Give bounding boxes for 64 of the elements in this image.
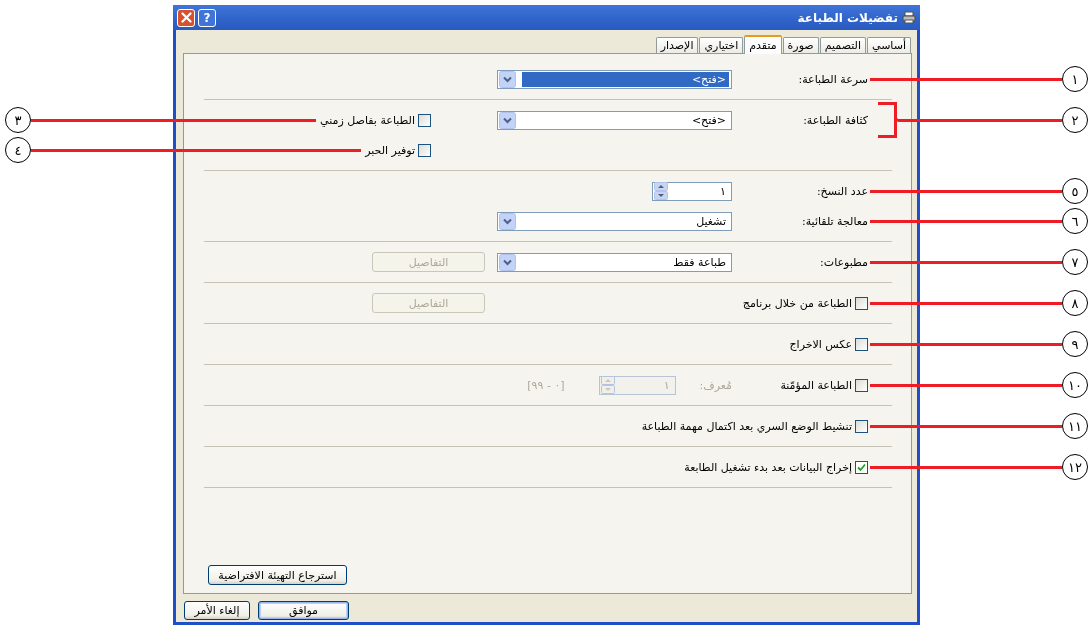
window-title: تفضيلات الطباعة bbox=[797, 10, 898, 25]
callout-number: ٣ bbox=[5, 107, 31, 133]
callout-number: ٢ bbox=[1062, 107, 1088, 133]
checkbox[interactable] bbox=[855, 296, 868, 310]
spin-value: ١ bbox=[662, 378, 671, 392]
callout-number: ١ bbox=[1062, 66, 1088, 92]
dropdown-button[interactable] bbox=[499, 253, 516, 271]
dropdown[interactable]: طباعة فقط bbox=[497, 252, 732, 272]
checkbox-label: الطباعة من خلال برنامج bbox=[742, 296, 852, 310]
callout-number: ٩ bbox=[1062, 331, 1088, 357]
field-label: مطبوعات: bbox=[819, 255, 868, 269]
checkbox-label: الطباعة بفاصل زمني bbox=[320, 113, 415, 127]
callout-number: ٧ bbox=[1062, 249, 1088, 275]
close-icon bbox=[180, 12, 192, 23]
checkbox[interactable] bbox=[855, 419, 868, 433]
checkbox-label: الطباعة المؤمّنة bbox=[780, 378, 852, 392]
dropdown-value: <فتح> bbox=[690, 112, 727, 128]
callout-number: ٤ bbox=[5, 137, 31, 163]
restore-defaults-button[interactable]: استرجاع التهيئة الافتراضية bbox=[208, 565, 347, 585]
tab[interactable]: الإصدار bbox=[655, 37, 699, 53]
callout-number: ٦ bbox=[1062, 208, 1088, 234]
checkbox-label: توفير الحبر bbox=[365, 143, 415, 157]
checkbox-label: عكس الاخراج bbox=[789, 337, 852, 351]
field-label: سرعة الطباعة: bbox=[797, 72, 868, 86]
dropdown[interactable]: تشغيل bbox=[497, 211, 732, 231]
checkbox[interactable] bbox=[855, 378, 868, 392]
help-button[interactable]: ? bbox=[198, 8, 216, 27]
dropdown[interactable]: <فتح> bbox=[497, 110, 732, 130]
field-label: كثافة الطباعة: bbox=[802, 113, 868, 127]
dropdown-button[interactable] bbox=[499, 212, 516, 230]
dialog-button[interactable]: موافق bbox=[258, 601, 349, 620]
callout-number: ٥ bbox=[1062, 178, 1088, 204]
printer-icon bbox=[902, 11, 916, 24]
tab[interactable]: اختياري bbox=[699, 37, 744, 53]
dropdown[interactable]: <فتح> bbox=[497, 69, 732, 89]
field-label: عدد النسخ: bbox=[815, 184, 868, 198]
checkbox[interactable] bbox=[855, 337, 868, 351]
tab[interactable]: أساسي bbox=[867, 37, 911, 53]
checkbox[interactable] bbox=[418, 143, 431, 157]
checkbox-label: تنشيط الوضع السري بعد اكتمال مهمة الطباعة bbox=[641, 419, 852, 433]
checkbox-label: إخراج البيانات بعد بدء تشغيل الطابعة bbox=[684, 460, 852, 474]
dropdown-button[interactable] bbox=[499, 111, 516, 129]
tab[interactable]: صورة bbox=[782, 37, 819, 53]
checkmark-icon bbox=[857, 462, 866, 472]
dropdown-value: تشغيل bbox=[695, 213, 727, 229]
checkbox[interactable] bbox=[418, 113, 431, 127]
dropdown-value: طباعة فقط bbox=[672, 254, 727, 270]
tab[interactable]: متقدم bbox=[744, 35, 782, 54]
range-hint: [٠ - ٩٩] bbox=[527, 378, 565, 392]
dropdown-button[interactable] bbox=[499, 70, 516, 88]
field-label: مُعرف: bbox=[699, 378, 732, 392]
spin-field[interactable]: ١ bbox=[652, 181, 732, 201]
spin-value: ١ bbox=[719, 184, 727, 198]
callout-number: ١٢ bbox=[1062, 454, 1088, 480]
field-label: معالجة تلقائية: bbox=[801, 214, 868, 228]
checkbox[interactable] bbox=[855, 460, 868, 474]
callout-number: ١٠ bbox=[1062, 372, 1088, 398]
dropdown-value: <فتح> bbox=[522, 71, 729, 87]
callout-number: ١١ bbox=[1062, 413, 1088, 439]
spin-arrows-icon[interactable] bbox=[654, 182, 668, 200]
tab[interactable]: التصميم bbox=[819, 37, 866, 53]
close-button[interactable] bbox=[177, 8, 195, 27]
callout-number: ٨ bbox=[1062, 290, 1088, 316]
dialog-button[interactable]: إلغاء الأمر bbox=[184, 601, 250, 620]
